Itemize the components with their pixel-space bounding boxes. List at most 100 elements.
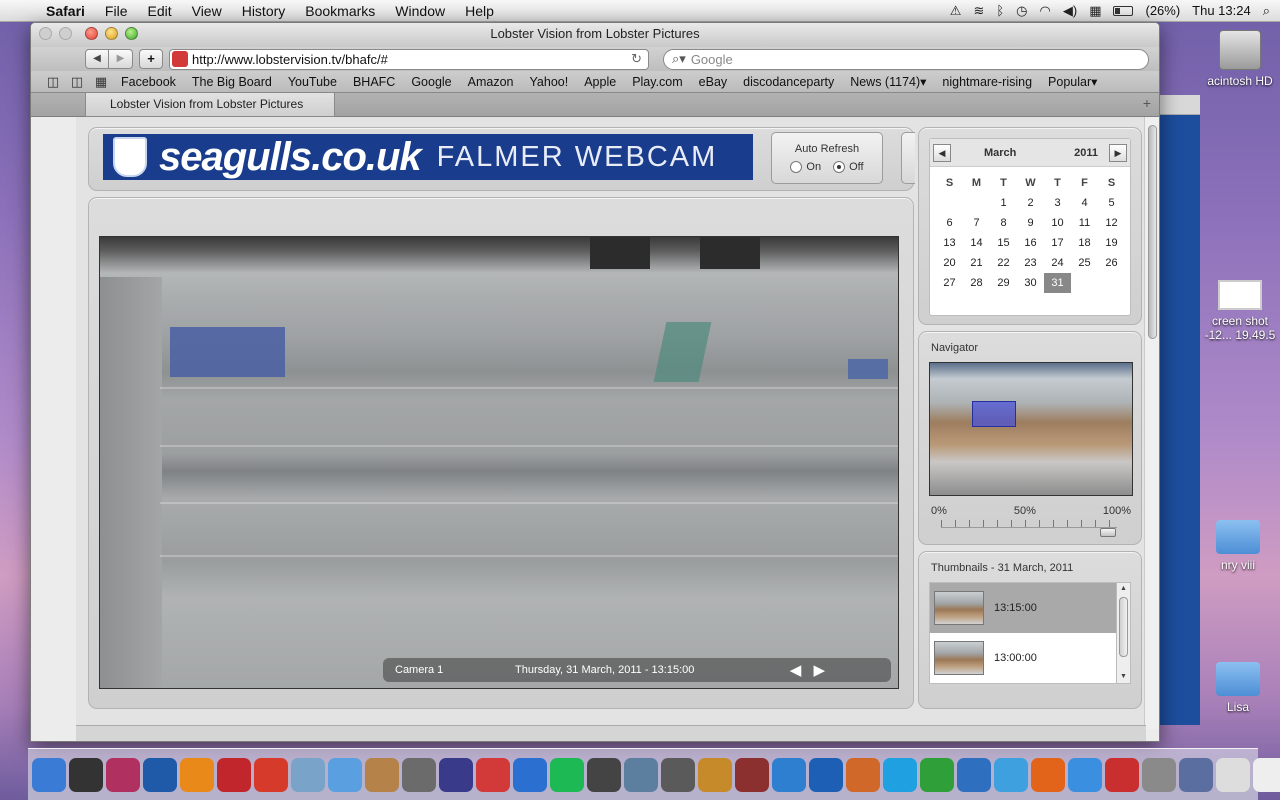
thumbnail-item[interactable]: 13:00:00: [930, 633, 1130, 683]
reading-list-icon[interactable]: ◫: [41, 74, 65, 90]
bookmark-amazon[interactable]: Amazon: [460, 75, 522, 89]
warning-icon[interactable]: ⚠: [950, 3, 962, 19]
dock-msn-icon[interactable]: [1068, 757, 1102, 792]
calendar-day[interactable]: 15: [990, 233, 1017, 253]
scroll-up-icon[interactable]: ▲: [1117, 583, 1130, 595]
battery-percentage[interactable]: (26%): [1145, 3, 1180, 18]
tab-lobster-vision[interactable]: Lobster Vision from Lobster Pictures: [85, 93, 335, 117]
navigator-viewport-highlight[interactable]: [972, 401, 1016, 427]
calendar-day[interactable]: 10: [1044, 213, 1071, 233]
adobe-updater-icon[interactable]: ≋: [973, 3, 984, 19]
zoom-slider-track[interactable]: [941, 520, 1117, 528]
bookmark-apple[interactable]: Apple: [576, 75, 624, 89]
calendar-day[interactable]: 22: [990, 253, 1017, 273]
time-machine-icon[interactable]: ◷: [1016, 3, 1027, 19]
calendar-day[interactable]: 1: [990, 193, 1017, 213]
auto-refresh-on-radio[interactable]: On: [790, 161, 821, 173]
dock-dvd-player-icon[interactable]: [439, 757, 473, 792]
dock-dashboard-icon[interactable]: [69, 757, 103, 792]
calendar-day[interactable]: 24: [1044, 253, 1071, 273]
dock-word-icon[interactable]: [809, 757, 843, 792]
scroll-down-icon[interactable]: ▼: [1117, 671, 1130, 683]
dock-preview-icon[interactable]: [291, 757, 325, 792]
menu-help[interactable]: Help: [455, 3, 504, 19]
navigator-preview[interactable]: [929, 362, 1133, 496]
calendar-day[interactable]: 27: [936, 273, 963, 293]
dock-time-machine-icon[interactable]: [587, 757, 621, 792]
bookmarks-book-icon[interactable]: ◫: [65, 74, 89, 90]
dock-photo-booth-icon[interactable]: [735, 757, 769, 792]
search-field[interactable]: ⌕▾ Google: [663, 48, 1149, 70]
webcam-image[interactable]: Camera 1 Thursday, 31 March, 2011 - 13:1…: [99, 236, 899, 689]
dock-spotify-icon[interactable]: [550, 757, 584, 792]
dock-stickies-icon[interactable]: [1105, 757, 1139, 792]
dock-itunes-icon[interactable]: [513, 757, 547, 792]
dock-ichat-icon[interactable]: [328, 757, 362, 792]
calendar-day[interactable]: 6: [936, 213, 963, 233]
dock-media-encoder-icon[interactable]: [1142, 757, 1176, 792]
calendar-day[interactable]: 16: [1017, 233, 1044, 253]
site-banner[interactable]: seagulls.co.uk FALMER WEBCAM: [103, 134, 753, 180]
new-tab-icon[interactable]: +: [1143, 95, 1151, 111]
calendar-day[interactable]: 21: [963, 253, 990, 273]
top-sites-grid-icon[interactable]: ▦: [89, 74, 113, 90]
dock-acrobat-icon[interactable]: [254, 757, 288, 792]
dock-address-book-icon[interactable]: [365, 757, 399, 792]
dock-ical-icon[interactable]: [476, 757, 510, 792]
dock-messenger-icon[interactable]: [994, 757, 1028, 792]
calendar-day[interactable]: 31: [1044, 273, 1071, 293]
calendar-day[interactable]: 26: [1098, 253, 1125, 273]
volume-icon[interactable]: ◀): [1063, 3, 1077, 19]
desktop-folder-henry[interactable]: nry viii: [1198, 520, 1278, 572]
calendar-day[interactable]: 30: [1017, 273, 1044, 293]
title-bar[interactable]: Lobster Vision from Lobster Pictures: [31, 23, 1159, 47]
dock-document-icon[interactable]: [1216, 757, 1250, 792]
bookmark-nightmare-rising[interactable]: nightmare-rising: [934, 75, 1040, 89]
desktop-screenshot-file[interactable]: creen shot -12... 19.49.5: [1200, 280, 1280, 342]
page-scroll-thumb[interactable]: [1148, 125, 1157, 339]
page-scrollbar[interactable]: [1144, 117, 1159, 729]
dock-quicktime-icon[interactable]: [957, 757, 991, 792]
calendar-day[interactable]: 13: [936, 233, 963, 253]
calendar-day[interactable]: 11: [1071, 213, 1098, 233]
calendar-day[interactable]: 8: [990, 213, 1017, 233]
calendar-day[interactable]: 3: [1044, 193, 1071, 213]
calendar-day[interactable]: 29: [990, 273, 1017, 293]
bookmark-youtube[interactable]: YouTube: [280, 75, 345, 89]
bookmark-bhafc[interactable]: BHAFC: [345, 75, 403, 89]
clock[interactable]: Thu 13:24: [1192, 3, 1251, 18]
dock-image-capture-icon[interactable]: [661, 757, 695, 792]
reload-icon[interactable]: ↻: [631, 51, 642, 67]
dock-indesign-icon[interactable]: [106, 757, 140, 792]
dock-preferences-icon[interactable]: [1179, 757, 1213, 792]
bookmark-facebook[interactable]: Facebook: [113, 75, 184, 89]
menu-file[interactable]: File: [95, 3, 138, 19]
wifi-icon[interactable]: ◠: [1040, 3, 1051, 19]
bookmark-discodanceparty[interactable]: discodanceparty: [735, 75, 842, 89]
bookmark-news-menu[interactable]: News (1174)▾: [842, 74, 934, 89]
prev-month-button[interactable]: ◀: [933, 143, 951, 162]
thumbnail-item[interactable]: 13:15:00: [930, 583, 1130, 633]
calendar-day[interactable]: 18: [1071, 233, 1098, 253]
prev-next-arrows-icon[interactable]: ◀ ▶: [790, 661, 891, 679]
menu-window[interactable]: Window: [385, 3, 455, 19]
auto-refresh-off-radio[interactable]: Off: [833, 161, 864, 173]
dock-finder-icon[interactable]: [32, 757, 66, 792]
battery-icon[interactable]: [1113, 5, 1134, 16]
bookmark-play[interactable]: Play.com: [624, 75, 690, 89]
calendar-day[interactable]: 9: [1017, 213, 1044, 233]
thumbnail-scrollbar[interactable]: ▲ ▼: [1116, 583, 1130, 683]
scroll-thumb[interactable]: [1119, 597, 1128, 657]
zoom-window-icon[interactable]: [125, 27, 138, 40]
calendar-day[interactable]: 23: [1017, 253, 1044, 273]
dock-document-2-icon[interactable]: [1253, 757, 1280, 792]
dock-flash-icon[interactable]: [217, 757, 251, 792]
bookmark-popular-menu[interactable]: Popular▾: [1040, 74, 1105, 89]
calendar-day[interactable]: 17: [1044, 233, 1071, 253]
dock-imovie-icon[interactable]: [402, 757, 436, 792]
calendar-day[interactable]: 28: [963, 273, 990, 293]
desktop-hard-drive[interactable]: acintosh HD: [1200, 30, 1280, 88]
dock-photoshop-icon[interactable]: [143, 757, 177, 792]
calendar-day[interactable]: 12: [1098, 213, 1125, 233]
menu-app-name[interactable]: Safari: [36, 3, 95, 19]
